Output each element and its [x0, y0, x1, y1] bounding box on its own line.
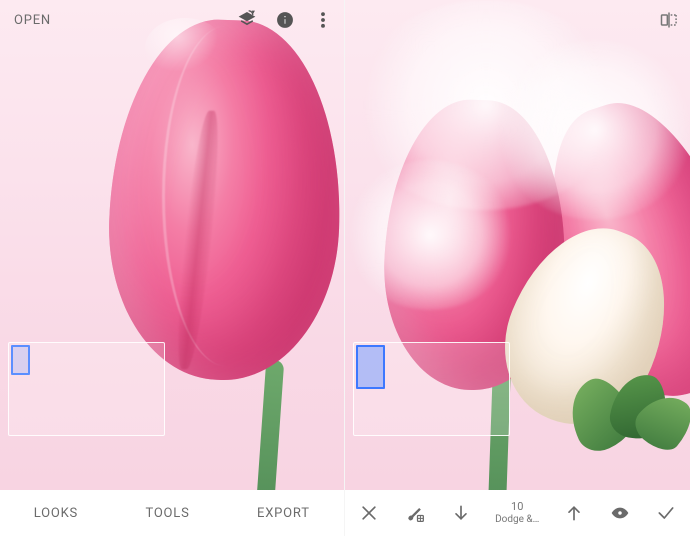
open-button[interactable]: OPEN	[14, 13, 51, 28]
tab-export[interactable]: EXPORT	[257, 506, 310, 521]
tab-looks[interactable]: LOOKS	[34, 506, 78, 521]
viewer-pane: OPEN LOOKS TOOLS EXPORT	[0, 0, 345, 536]
edit-pane: 10 Dodge &…	[345, 0, 690, 536]
step-number: 10	[511, 501, 523, 513]
edit-canvas[interactable]	[345, 0, 690, 490]
close-icon[interactable]	[357, 501, 381, 525]
brush-adjust-icon[interactable]	[403, 501, 427, 525]
check-icon[interactable]	[654, 501, 678, 525]
tab-tools[interactable]: TOOLS	[145, 506, 189, 521]
minimap-viewport[interactable]	[11, 345, 30, 375]
edit-topbar	[345, 0, 690, 40]
step-indicator[interactable]: 10 Dodge &…	[495, 501, 539, 524]
edit-minimap-viewport[interactable]	[356, 345, 385, 389]
viewer-tabs: LOOKS TOOLS EXPORT	[0, 490, 344, 536]
viewer-topbar: OPEN	[0, 0, 344, 40]
minimap[interactable]	[8, 342, 165, 436]
eye-icon[interactable]	[608, 501, 632, 525]
edit-toolbar: 10 Dodge &…	[345, 490, 690, 536]
arrow-down-icon[interactable]	[449, 501, 473, 525]
photo-canvas[interactable]	[0, 0, 344, 490]
layers-refresh-icon[interactable]	[236, 9, 258, 31]
edit-minimap[interactable]	[353, 342, 510, 436]
info-icon[interactable]	[274, 9, 296, 31]
arrow-up-icon[interactable]	[562, 501, 586, 525]
more-vert-icon[interactable]	[312, 9, 334, 31]
step-name: Dodge &…	[495, 514, 539, 525]
compare-icon[interactable]	[658, 9, 680, 31]
